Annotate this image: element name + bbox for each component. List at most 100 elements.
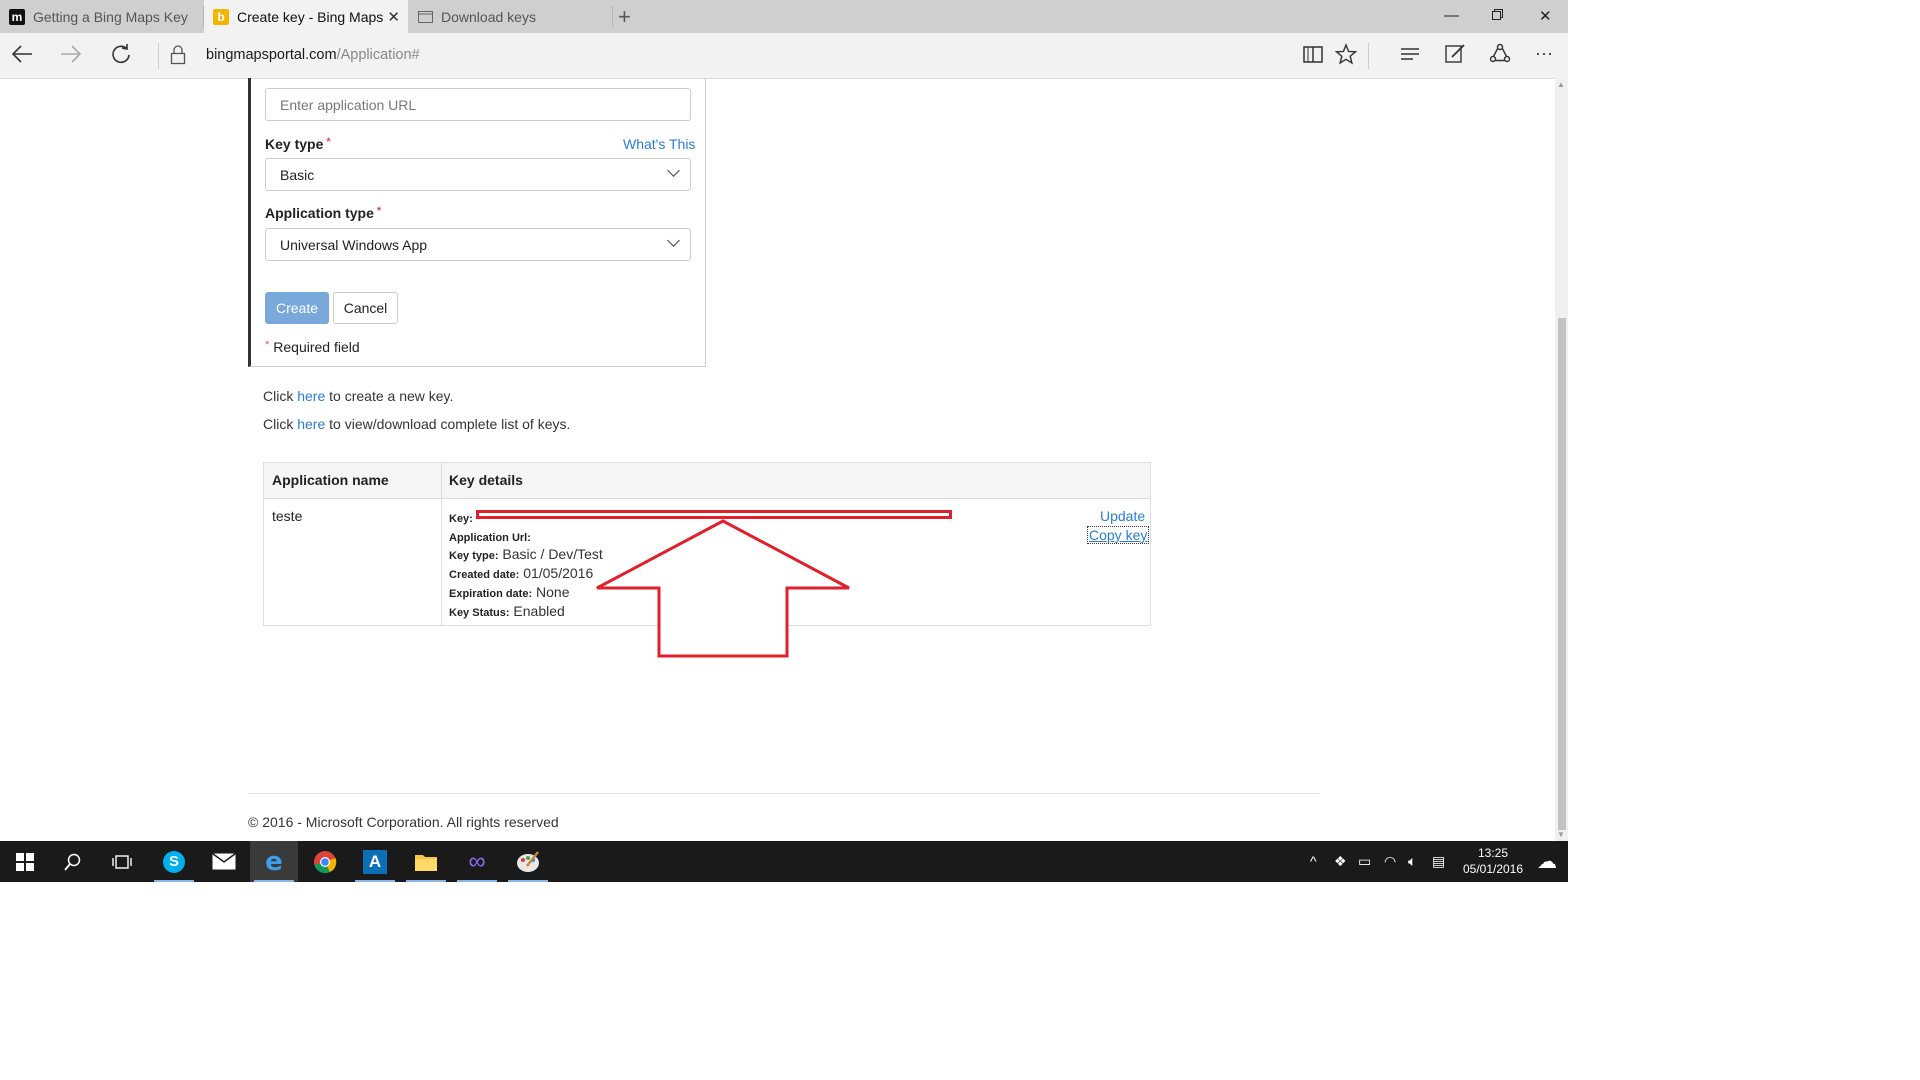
application-url-label: Application Url: (449, 532, 531, 544)
weather-icon[interactable]: ☁︎ (1537, 849, 1557, 874)
search-button[interactable] (49, 841, 97, 882)
more-icon[interactable]: ··· (1535, 41, 1553, 65)
tab-download-keys[interactable]: Download keys (408, 0, 612, 33)
forward-icon[interactable] (60, 43, 82, 70)
tab-title: Download keys (441, 8, 536, 25)
edge-icon: e (265, 846, 283, 877)
web-note-icon[interactable] (1444, 43, 1466, 70)
copy-key-link[interactable]: Copy key (1087, 526, 1150, 544)
key-type-row: Key type: Basic / Dev/Test (449, 546, 603, 562)
m-favicon-icon: m (9, 8, 25, 25)
taskbar-mail[interactable] (200, 841, 248, 882)
footer-divider (248, 793, 1320, 794)
whats-this-link[interactable]: What's This (623, 136, 695, 152)
chevron-down-icon (667, 164, 680, 177)
application-url-row: Application Url: (449, 528, 531, 544)
key-status-label: Key Status: (449, 607, 510, 619)
close-window-icon[interactable]: ✕ (1539, 7, 1552, 25)
show-hidden-icons-icon[interactable]: ^ (1310, 853, 1317, 869)
created-date-row: Created date: 01/05/2016 (449, 565, 593, 581)
taskbar-infinity-app[interactable]: ∞ (453, 841, 501, 882)
taskbar-edge[interactable]: e (250, 841, 298, 882)
key-type-select[interactable]: Basic (265, 158, 691, 191)
tab-create-key[interactable]: b Create key - Bing Maps ✕ (204, 0, 408, 33)
task-view-button[interactable] (98, 841, 146, 882)
minimize-icon[interactable]: — (1444, 7, 1459, 24)
scrollbar-thumb[interactable] (1558, 318, 1566, 830)
restore-icon[interactable] (1492, 7, 1503, 24)
taskbar-paint[interactable] (504, 841, 552, 882)
line-text: to create a new key. (325, 388, 454, 404)
back-icon[interactable] (11, 43, 33, 70)
infinity-app-icon: ∞ (468, 847, 486, 875)
reading-view-icon[interactable] (1302, 43, 1324, 70)
hub-icon[interactable] (1399, 43, 1421, 70)
taskbar-chrome[interactable] (301, 841, 349, 882)
page-favicon-icon (417, 9, 433, 25)
share-icon[interactable] (1489, 43, 1511, 70)
create-new-key-link[interactable]: here (297, 388, 325, 404)
download-keys-link[interactable]: here (297, 416, 325, 432)
address-bar-url[interactable]: bingmapsportal.com/Application# (206, 47, 420, 63)
start-button[interactable] (1, 841, 49, 882)
application-name-cell: teste (272, 508, 303, 524)
tab-title: Create key - Bing Maps (237, 8, 384, 25)
key-status-row: Key Status: Enabled (449, 603, 565, 619)
windows-taskbar: S e A ∞ ^ ❖ ▭ ◠ 🔈︎ ▤ 13:25 05/01/2016 ☁︎ (0, 841, 1568, 882)
refresh-icon[interactable] (110, 43, 132, 70)
application-type-select[interactable]: Universal Windows App (265, 228, 691, 261)
tab-divider (612, 6, 613, 27)
key-status-value: Enabled (513, 603, 565, 619)
folder-icon (415, 854, 437, 871)
column-divider (441, 463, 442, 625)
required-asterisk: * (376, 205, 382, 217)
close-tab-icon[interactable]: ✕ (387, 8, 400, 26)
application-url-placeholder: Enter application URL (280, 96, 417, 113)
create-button[interactable]: Create (265, 292, 329, 324)
line-text: to view/download complete list of keys. (325, 416, 571, 432)
tab-title: Getting a Bing Maps Key (33, 8, 188, 25)
battery-icon[interactable]: ▭ (1358, 853, 1371, 870)
task-view-icon (112, 854, 132, 869)
line-text: Click (263, 416, 298, 432)
clock-date: 05/01/2016 (1462, 862, 1524, 876)
lock-icon (170, 45, 186, 70)
chevron-down-icon (667, 234, 680, 247)
new-tab-icon[interactable]: + (618, 4, 631, 30)
wifi-icon[interactable]: ◠ (1384, 853, 1396, 870)
tab-bar: m Getting a Bing Maps Key b Create key -… (0, 0, 1568, 33)
volume-icon[interactable]: 🔈︎ (1408, 853, 1416, 870)
key-type-detail-label: Key type: (449, 550, 499, 562)
required-field-note: * Required field (265, 339, 360, 355)
favorite-star-icon[interactable] (1334, 43, 1358, 70)
skype-icon: S (163, 850, 185, 873)
update-link[interactable]: Update (1100, 508, 1145, 524)
required-asterisk: * (265, 339, 270, 351)
key-type-label-text: Key type (265, 136, 324, 152)
red-arrow-annotation (596, 519, 850, 658)
scroll-up-icon[interactable]: ▲ (1557, 80, 1565, 89)
action-center-icon[interactable]: ▤ (1432, 853, 1445, 870)
key-type-detail-value: Basic / Dev/Test (502, 546, 603, 562)
tab-getting-bing-maps-key[interactable]: m Getting a Bing Maps Key (0, 0, 203, 33)
required-asterisk: * (326, 136, 331, 148)
url-path: /Application# (336, 47, 420, 63)
blue-a-app-icon: A (363, 849, 387, 874)
bing-favicon-icon: b (213, 8, 229, 25)
cancel-button[interactable]: Cancel (333, 292, 398, 324)
windows-logo-icon (16, 852, 34, 871)
paint-palette-icon (517, 850, 539, 872)
clock[interactable]: 13:25 05/01/2016 (1460, 845, 1526, 877)
taskbar-skype[interactable]: S (150, 841, 198, 882)
create-new-key-line: Click here to create a new key. (263, 388, 453, 404)
taskbar-file-explorer[interactable] (402, 841, 450, 882)
application-type-label-text: Application type (265, 205, 374, 221)
scroll-down-icon[interactable]: ▼ (1557, 830, 1565, 839)
key-row: Key: (449, 509, 473, 525)
clock-time: 13:25 (1477, 846, 1509, 860)
taskbar-app-a[interactable]: A (351, 841, 399, 882)
dropbox-icon[interactable]: ❖ (1334, 853, 1347, 870)
application-url-input[interactable]: Enter application URL (265, 88, 691, 121)
required-field-text: Required field (273, 339, 360, 355)
navigation-bar: bingmapsportal.com/Application# ··· (0, 33, 1568, 79)
